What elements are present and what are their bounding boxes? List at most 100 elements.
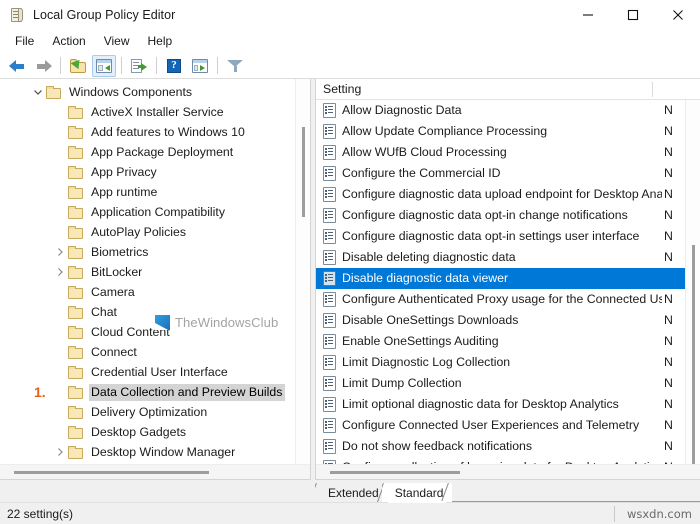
- tree-item[interactable]: ActiveX Installer Service: [0, 102, 310, 122]
- list-item-setting-name: Limit Dump Collection: [342, 376, 462, 390]
- tab-extended[interactable]: Extended: [315, 483, 388, 502]
- action-pane-icon: [192, 58, 208, 73]
- tree-item[interactable]: Cloud Content: [0, 322, 310, 342]
- help-button[interactable]: ?: [162, 55, 186, 77]
- filter-funnel-icon: [227, 59, 243, 73]
- tree-item[interactable]: Connect: [0, 342, 310, 362]
- tree-item[interactable]: BitLocker: [0, 262, 310, 282]
- local-group-policy-editor-window: Local Group Policy Editor File Action Vi…: [0, 0, 700, 524]
- menu-file[interactable]: File: [6, 32, 43, 51]
- list-item[interactable]: Configure Authenticated Proxy usage for …: [316, 289, 700, 310]
- tree-item[interactable]: Data Collection and Preview Builds 1.: [0, 382, 310, 402]
- menu-help[interactable]: Help: [139, 32, 182, 51]
- menu-action[interactable]: Action: [43, 32, 94, 51]
- list-item[interactable]: Allow Diagnostic Data N: [316, 100, 700, 121]
- folder-icon: [68, 225, 84, 239]
- tree-item[interactable]: Delivery Optimization: [0, 402, 310, 422]
- list-horizontal-scrollbar[interactable]: [316, 464, 700, 479]
- tree-item[interactable]: App Privacy: [0, 162, 310, 182]
- tree-item[interactable]: App Package Deployment: [0, 142, 310, 162]
- list-item[interactable]: Disable deleting diagnostic data N: [316, 247, 700, 268]
- menu-bar: File Action View Help: [0, 30, 700, 53]
- export-list-button[interactable]: [127, 55, 151, 77]
- folder-icon: [68, 265, 84, 279]
- folder-icon: [46, 85, 62, 99]
- list-item[interactable]: Limit Diagnostic Log Collection N: [316, 352, 700, 373]
- list-item[interactable]: Configure diagnostic data upload endpoin…: [316, 184, 700, 205]
- folder-icon: [68, 345, 84, 359]
- list-horizontal-scrollbar-thumb[interactable]: [330, 471, 460, 474]
- chevron-right-icon[interactable]: [52, 442, 68, 462]
- list-item[interactable]: Configure diagnostic data opt-in setting…: [316, 226, 700, 247]
- list-vertical-scrollbar[interactable]: [685, 100, 700, 464]
- tree-item[interactable]: Biometrics: [0, 242, 310, 262]
- list-item[interactable]: Configure Connected User Experiences and…: [316, 415, 700, 436]
- show-hide-action-pane-button[interactable]: [188, 55, 212, 77]
- minimize-button[interactable]: [565, 0, 610, 30]
- tree-horizontal-scrollbar[interactable]: [0, 464, 310, 479]
- tree-item[interactable]: Windows Components: [0, 82, 310, 102]
- tree-indent-spacer: [52, 282, 68, 302]
- menu-view[interactable]: View: [95, 32, 139, 51]
- list-vertical-scrollbar-thumb[interactable]: [692, 245, 695, 464]
- list-item-setting-name: Enable OneSettings Auditing: [342, 334, 499, 348]
- policy-setting-icon: [323, 334, 336, 349]
- list-item-setting-name: Configure Authenticated Proxy usage for …: [342, 292, 662, 306]
- list-item[interactable]: Disable diagnostic data viewer2.: [316, 268, 700, 289]
- tree-indent-spacer: [52, 302, 68, 322]
- list-item[interactable]: Configure collection of browsing data fo…: [316, 457, 700, 464]
- up-one-level-button[interactable]: [66, 55, 90, 77]
- tree-item[interactable]: Desktop Gadgets: [0, 422, 310, 442]
- tree-item[interactable]: Chat: [0, 302, 310, 322]
- list-item[interactable]: Enable OneSettings Auditing N: [316, 331, 700, 352]
- forward-button[interactable]: [31, 55, 55, 77]
- list-item[interactable]: Allow WUfB Cloud Processing N: [316, 142, 700, 163]
- tab-standard-label: Standard: [394, 485, 444, 500]
- policy-setting-icon: [323, 250, 336, 265]
- maximize-button[interactable]: [610, 0, 655, 30]
- tree-item[interactable]: AutoPlay Policies: [0, 222, 310, 242]
- list-item-setting-name: Allow Diagnostic Data: [342, 103, 462, 117]
- folder-icon: [68, 145, 84, 159]
- tree-item-label: Delivery Optimization: [91, 404, 208, 419]
- close-button[interactable]: [655, 0, 700, 30]
- tree-item[interactable]: App runtime: [0, 182, 310, 202]
- list-item[interactable]: Do not show feedback notifications N: [316, 436, 700, 457]
- folder-icon: [68, 425, 84, 439]
- back-button[interactable]: [5, 55, 29, 77]
- list-item[interactable]: Configure the Commercial ID N: [316, 163, 700, 184]
- filter-button[interactable]: [223, 55, 247, 77]
- chevron-right-icon[interactable]: [52, 242, 68, 262]
- list-item-setting-name: Configure diagnostic data opt-in change …: [342, 208, 628, 222]
- list-item[interactable]: Disable OneSettings Downloads N: [316, 310, 700, 331]
- tree-indent-spacer: [52, 342, 68, 362]
- list-item[interactable]: Allow Update Compliance Processing N: [316, 121, 700, 142]
- tree-item[interactable]: Add features to Windows 10: [0, 122, 310, 142]
- policy-setting-icon: [323, 208, 336, 223]
- tree-item-label: App runtime: [91, 184, 158, 199]
- tree-item[interactable]: Desktop Window Manager: [0, 442, 310, 462]
- tree-horizontal-scrollbar-thumb[interactable]: [14, 471, 209, 474]
- tree-item[interactable]: Credential User Interface: [0, 362, 310, 382]
- list-item[interactable]: Configure diagnostic data opt-in change …: [316, 205, 700, 226]
- list-item-setting-name: Limit Diagnostic Log Collection: [342, 355, 511, 369]
- tree-vertical-scrollbar-thumb[interactable]: [302, 127, 305, 217]
- tree-item-label: Chat: [91, 304, 117, 319]
- column-header-setting[interactable]: Setting: [316, 79, 653, 100]
- list-item[interactable]: Limit optional diagnostic data for Deskt…: [316, 394, 700, 415]
- tree-item-label: Windows Components: [69, 84, 193, 99]
- policy-setting-icon: [323, 103, 336, 118]
- chevron-down-icon[interactable]: [30, 82, 46, 102]
- column-header-state[interactable]: [653, 79, 700, 100]
- list-item[interactable]: Limit Dump Collection N: [316, 373, 700, 394]
- show-hide-console-tree-button[interactable]: [92, 54, 116, 77]
- status-bar: 22 setting(s) wsxdn.com: [0, 502, 700, 524]
- policy-setting-icon: [323, 313, 336, 328]
- tree-item[interactable]: Camera: [0, 282, 310, 302]
- chevron-right-icon[interactable]: [52, 262, 68, 282]
- tree-item-label: Biometrics: [91, 244, 149, 259]
- tree-item[interactable]: Application Compatibility: [0, 202, 310, 222]
- tab-standard[interactable]: Standard: [381, 483, 453, 503]
- tree-vertical-scrollbar[interactable]: [295, 79, 310, 464]
- tree-scroll-region: Windows Components ActiveX Installer Serv…: [0, 79, 310, 464]
